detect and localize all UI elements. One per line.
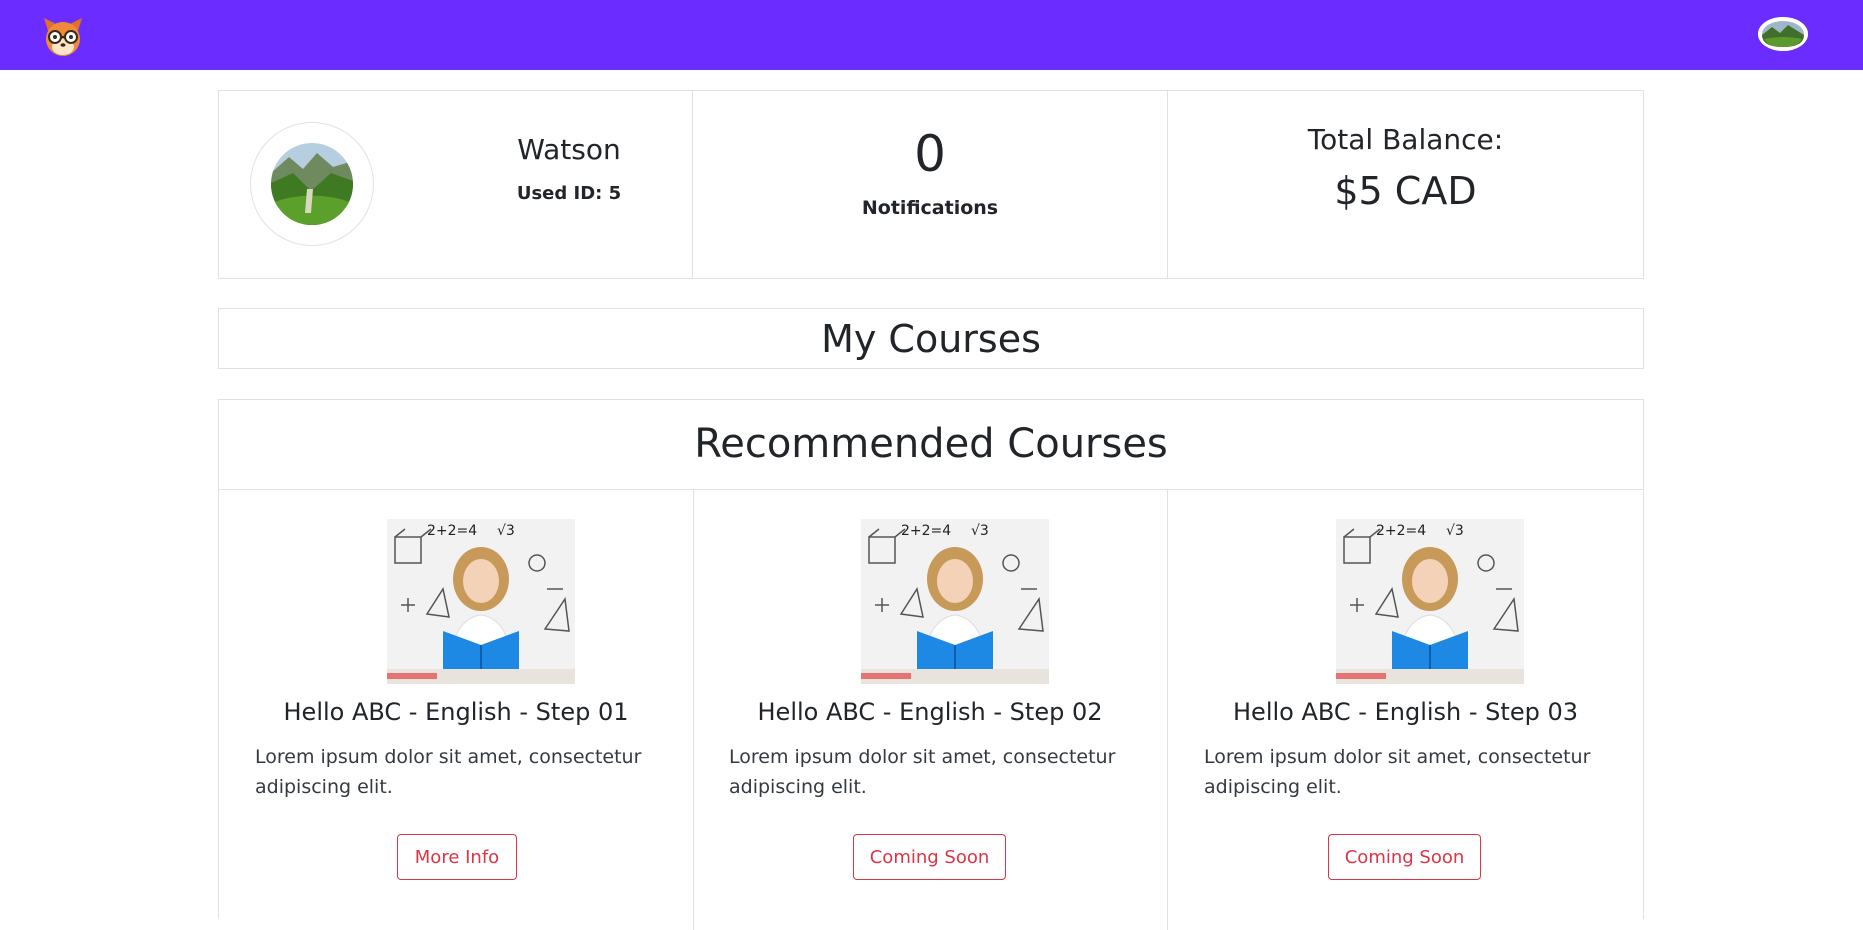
svg-text:√3: √3: [971, 523, 989, 539]
svg-text:√3: √3: [1446, 523, 1464, 539]
balance-cell: Total Balance: $5 CAD: [1168, 91, 1643, 278]
svg-text:2+2=4: 2+2=4: [901, 523, 951, 539]
notifications-cell[interactable]: 0 Notifications: [693, 91, 1168, 278]
girl-reading-book-icon: 2+2=4 √3: [387, 519, 575, 684]
course-title: Hello ABC - English - Step 01: [283, 698, 629, 726]
my-courses-panel: My Courses: [218, 308, 1644, 369]
notifications-label: Notifications: [861, 197, 999, 219]
profile-cell: Watson Used ID: 5: [219, 91, 693, 278]
course-card: 2+2=4 √3 Hello ABC - English - Step 03 L…: [1168, 490, 1643, 930]
profile-avatar: [250, 122, 374, 246]
svg-text:2+2=4: 2+2=4: [1376, 523, 1426, 539]
fox-logo-icon[interactable]: [40, 14, 86, 58]
mountain-valley-icon: [271, 143, 353, 225]
user-avatar-button[interactable]: [1758, 17, 1808, 51]
notifications-count: 0: [914, 125, 946, 183]
course-card: 2+2=4 √3 Hello ABC - English - Step 02 L…: [693, 490, 1168, 930]
recommended-header: Recommended Courses: [219, 400, 1643, 490]
profile-user-id: Used ID: 5: [516, 183, 622, 204]
recommended-heading: Recommended Courses: [694, 421, 1168, 467]
girl-reading-book-icon: 2+2=4 √3: [861, 519, 1049, 684]
coming-soon-button[interactable]: Coming Soon: [853, 834, 1006, 880]
balance-value: $5 CAD: [1334, 169, 1477, 213]
svg-text:2+2=4: 2+2=4: [427, 523, 477, 539]
profile-summary-panel: Watson Used ID: 5 0 Notifications Total …: [218, 90, 1644, 279]
more-info-button[interactable]: More Info: [397, 834, 517, 880]
balance-label: Total Balance:: [1307, 123, 1504, 156]
my-courses-heading: My Courses: [821, 317, 1041, 361]
coming-soon-button[interactable]: Coming Soon: [1328, 834, 1481, 880]
profile-name: Watson: [517, 133, 621, 166]
course-card: 2+2=4 √3 Hello ABC - English - Step 01 L…: [219, 490, 694, 930]
svg-text:√3: √3: [497, 523, 515, 539]
course-title: Hello ABC - English - Step 02: [757, 698, 1103, 726]
course-description: Lorem ipsum dolor sit amet, consectetur …: [729, 746, 1116, 798]
course-description: Lorem ipsum dolor sit amet, consectetur …: [255, 746, 642, 798]
top-navbar: [0, 0, 1863, 70]
recommended-courses-panel: Recommended Courses 2+2=4 √3 Hello ABC -…: [218, 399, 1644, 930]
course-description: Lorem ipsum dolor sit amet, consectetur …: [1204, 746, 1591, 798]
course-title: Hello ABC - English - Step 03: [1233, 698, 1578, 726]
girl-reading-book-icon: 2+2=4 √3: [1336, 519, 1524, 684]
